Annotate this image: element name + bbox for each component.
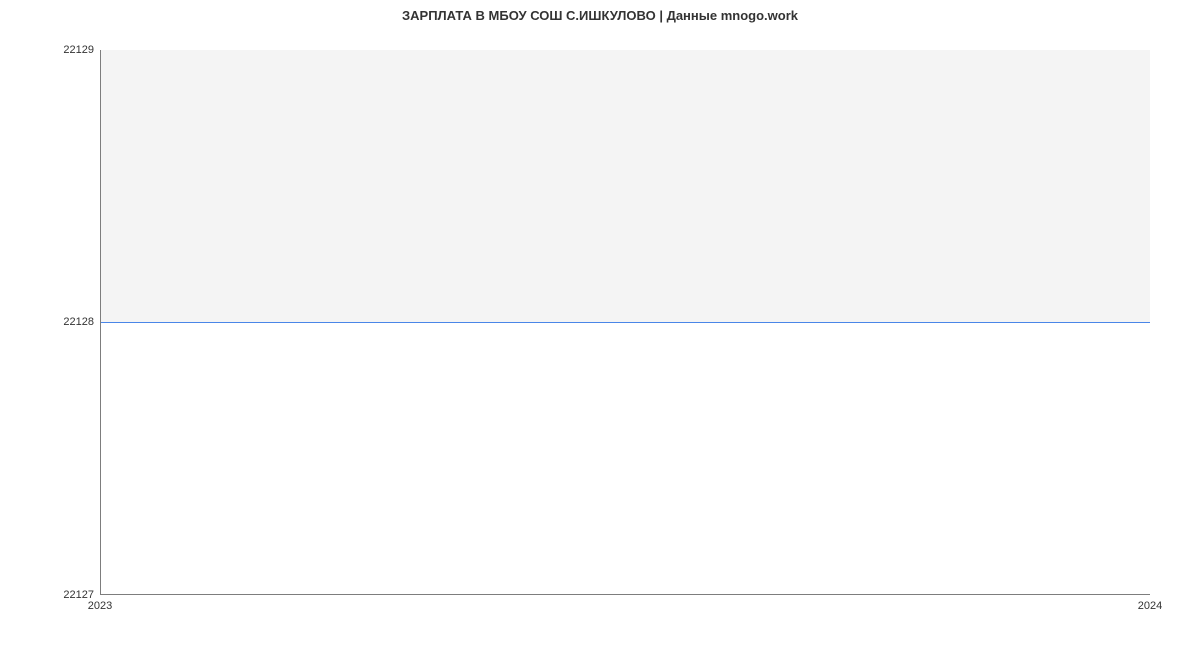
area-fill xyxy=(101,50,1150,322)
data-line xyxy=(101,322,1150,323)
y-tick-label: 22128 xyxy=(34,316,94,328)
x-tick-label: 2023 xyxy=(88,600,112,612)
y-tick-label: 22127 xyxy=(34,589,94,601)
chart-plot-area xyxy=(100,50,1150,595)
y-tick-label: 22129 xyxy=(34,44,94,56)
chart-title: ЗАРПЛАТА В МБОУ СОШ С.ИШКУЛОВО | Данные … xyxy=(0,8,1200,23)
x-tick-label: 2024 xyxy=(1138,600,1162,612)
